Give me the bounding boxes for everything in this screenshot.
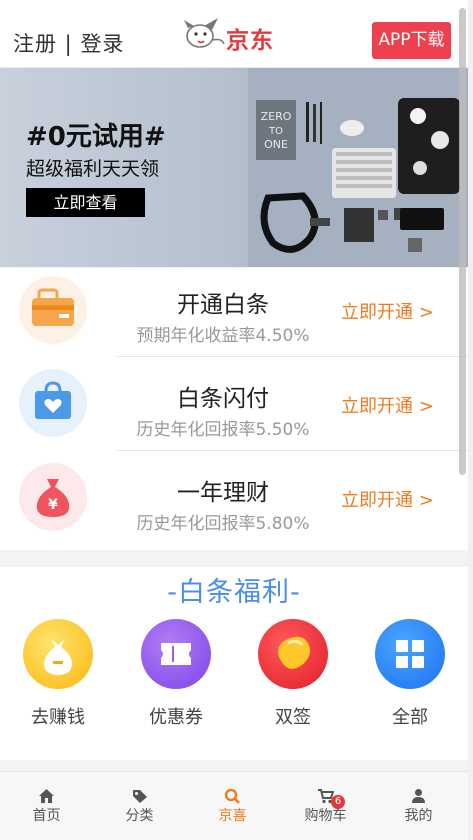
bean-icon [258, 619, 328, 689]
grid-icon [375, 619, 445, 689]
svg-text:TO: TO [268, 126, 283, 137]
svg-text:ONE: ONE [264, 138, 288, 151]
tab-label: 购物车 [304, 808, 347, 824]
welfare-label: 全部 [392, 707, 428, 728]
user-icon [412, 789, 425, 803]
banner-desk-illustration: ZERO TO ONE [248, 68, 468, 267]
open-now-link[interactable]: 立即开通 > [341, 298, 434, 324]
coin-bag-icon [23, 619, 93, 689]
open-now-link[interactable]: 立即开通 > [341, 392, 434, 418]
app-download-button[interactable]: APP下载 [372, 22, 451, 59]
tab-label: 我的 [404, 808, 433, 824]
welfare-item-double-sign[interactable]: 双签 [253, 619, 333, 729]
finance-item-shanfu[interactable]: 白条闪付 历史年化回报率5.50% 立即开通 > [0, 362, 468, 456]
finance-subtitle: 历史年化回报率5.50% [136, 420, 310, 440]
tab-cart[interactable]: 6 购物车 [279, 772, 372, 840]
jd-logo[interactable]: 京东 [182, 14, 286, 54]
divider [117, 356, 468, 357]
finance-title: 白条闪付 [177, 386, 269, 412]
divider [117, 450, 468, 451]
scrollbar-thumb[interactable] [459, 8, 466, 475]
welfare-label: 优惠券 [149, 707, 203, 728]
tag-icon [133, 790, 147, 803]
banner-view-button[interactable]: 立即查看 [26, 188, 145, 217]
heart-bag-icon [19, 369, 87, 437]
search-icon [224, 788, 240, 804]
welfare-label: 去赚钱 [31, 707, 85, 728]
register-link[interactable]: 注册 [13, 32, 57, 56]
auth-links: 注册 | 登录 [13, 28, 124, 58]
login-link[interactable]: 登录 [80, 32, 124, 56]
finance-subtitle: 预期年化收益率4.50% [136, 326, 310, 346]
welfare-title: -白条福利- [167, 577, 301, 608]
tab-label: 首页 [32, 808, 61, 824]
tab-home[interactable]: 首页 [0, 772, 93, 840]
tab-mine[interactable]: 我的 [372, 772, 465, 840]
welfare-item-coupon[interactable]: 优惠券 [136, 619, 216, 729]
top-header: 注册 | 登录 京东 APP下载 [0, 0, 468, 68]
ticket-icon [141, 619, 211, 689]
promo-banner[interactable]: ZERO TO ONE #0元试用# 超级福利天天领 立即查看 [0, 68, 468, 267]
tab-category[interactable]: 分类 [93, 772, 186, 840]
wallet-card-icon [19, 276, 87, 344]
svg-text:ZERO: ZERO [261, 110, 292, 123]
finance-subtitle: 历史年化回报率5.80% [136, 514, 310, 534]
page: 注册 | 登录 京东 APP下载 ZERO TO ONE #0元试用# 超级福利… [0, 0, 473, 840]
money-bag-icon: ¥ [19, 463, 87, 531]
jd-dog-icon [184, 18, 225, 48]
bottom-tabbar: 首页 分类 京喜 6 购物车 我的 [0, 771, 468, 840]
logo-text: 京东 [226, 28, 274, 54]
home-icon [39, 789, 54, 803]
banner-title: #0元试用# [26, 122, 166, 152]
welfare-label: 双签 [275, 707, 311, 728]
svg-text:¥: ¥ [48, 497, 58, 513]
finance-item-licai[interactable]: ¥ 一年理财 历史年化回报率5.80% 立即开通 > [0, 456, 468, 550]
finance-title: 开通白条 [177, 292, 269, 318]
open-now-link[interactable]: 立即开通 > [341, 486, 434, 512]
banner-subtitle: 超级福利天天领 [26, 158, 160, 180]
welfare-item-all[interactable]: 全部 [370, 619, 450, 729]
welfare-section: -白条福利- 去赚钱 优惠券 双签 全部 [0, 567, 468, 760]
auth-separator: | [57, 32, 81, 56]
finance-item-baitiao[interactable]: 开通白条 预期年化收益率4.50% 立即开通 > [0, 268, 468, 362]
scrollbar-track[interactable] [468, 0, 473, 840]
finance-title: 一年理财 [177, 480, 269, 506]
finance-list: 开通白条 预期年化收益率4.50% 立即开通 > 白条闪付 历史年化回报率5.5… [0, 268, 468, 550]
tab-label: 分类 [125, 808, 154, 824]
tab-label: 京喜 [218, 808, 247, 824]
tab-jingxi[interactable]: 京喜 [186, 772, 279, 840]
welfare-item-earn[interactable]: 去赚钱 [18, 619, 98, 729]
